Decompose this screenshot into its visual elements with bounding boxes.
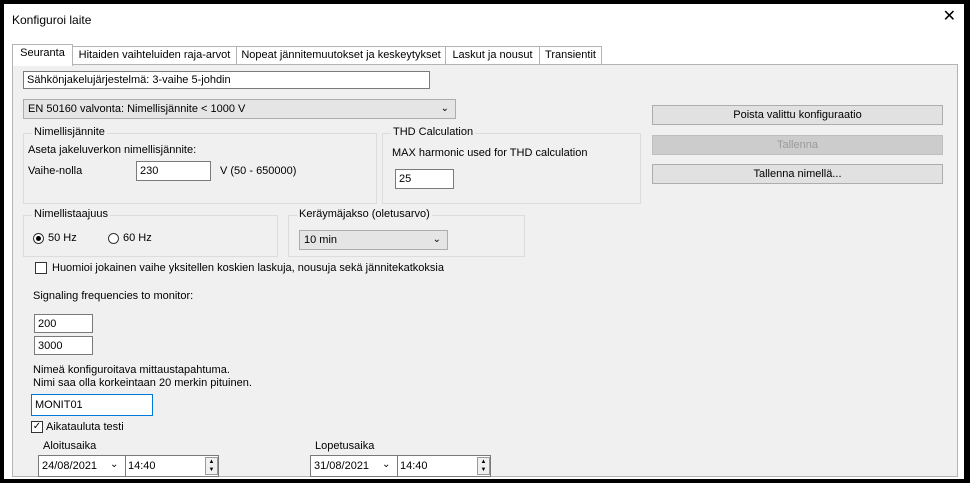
phase-neutral-label: Vaihe-nolla <box>28 165 83 177</box>
frequency-50hz-radio[interactable] <box>33 233 44 244</box>
save-button[interactable]: Tallenna <box>652 135 943 155</box>
distribution-system-field[interactable]: Sähkönjakelujärjestelmä: 3-vaihe 5-johdi… <box>23 71 430 89</box>
collection-interval-group: Keräymäjakso (oletusarvo) 10 min ⌄ <box>288 208 525 257</box>
start-time-spinner-icon[interactable]: ▲ ▼ <box>205 457 218 475</box>
monitoring-standard-select[interactable]: EN 50160 valvonta: Nimellisjännite < 100… <box>23 99 456 119</box>
voltage-range-label: V (50 - 650000) <box>220 165 297 177</box>
each-phase-label: Huomioi jokainen vaihe yksitellen koskie… <box>52 262 444 274</box>
window-title: Konfiguroi laite <box>12 13 92 27</box>
event-name-instruction: Nimeä konfiguroitava mittaustapahtuma. <box>33 364 230 376</box>
delete-configuration-button[interactable]: Poista valittu konfiguraatio <box>652 105 943 125</box>
monitoring-standard-value: EN 50160 valvonta: Nimellisjännite < 100… <box>28 103 246 115</box>
frequency-60hz-label: 60 Hz <box>123 232 152 244</box>
start-calendar-chevron-icon[interactable]: ⌄ <box>110 459 118 470</box>
end-time-spinner-icon[interactable]: ▲ ▼ <box>477 457 490 475</box>
event-name-length-note: Nimi saa olla korkeintaan 20 merkin pitu… <box>33 377 252 389</box>
frequency-60hz-radio[interactable] <box>108 233 119 244</box>
start-date-value[interactable]: 24/08/2021 <box>42 460 97 472</box>
interval-group-label: Keräymäjakso (oletusarvo) <box>297 208 432 220</box>
end-divider <box>397 456 398 476</box>
nominal-voltage-description: Aseta jakeluverkon nimellisjännite: <box>28 144 197 156</box>
tab-dips-swells[interactable]: Laskut ja nousut <box>445 46 540 64</box>
event-name-input[interactable]: MONIT01 <box>31 394 153 416</box>
nominal-voltage-group: Nimellisjännite Aseta jakeluverkon nimel… <box>23 126 377 204</box>
schedule-test-label: Aikatauluta testi <box>46 421 124 433</box>
chevron-down-icon: ⌄ <box>432 234 441 245</box>
signaling-frequency-input-1[interactable]: 200 <box>34 314 93 333</box>
interval-value: 10 min <box>304 234 338 246</box>
end-date-value[interactable]: 31/08/2021 <box>314 460 369 472</box>
nominal-frequency-group: Nimellistaajuus 50 Hz 60 Hz <box>23 208 278 257</box>
signaling-frequency-input-2[interactable]: 3000 <box>34 336 93 355</box>
thd-description: MAX harmonic used for THD calculation <box>392 147 588 159</box>
monitoring-panel: Sähkönjakelujärjestelmä: 3-vaihe 5-johdi… <box>12 64 958 477</box>
nominal-voltage-group-label: Nimellisjännite <box>32 126 107 138</box>
thd-calculation-group: THD Calculation MAX harmonic used for TH… <box>382 126 641 204</box>
end-calendar-chevron-icon[interactable]: ⌄ <box>382 459 390 470</box>
chevron-down-icon: ⌄ <box>440 103 449 114</box>
title-bar: Konfiguroi laite ✕ <box>4 4 964 34</box>
end-datetime-picker[interactable]: 31/08/2021 ⌄ 14:40 ▲ ▼ <box>310 455 491 477</box>
tab-seuranta[interactable]: Seuranta <box>12 44 73 66</box>
end-time-value[interactable]: 14:40 <box>400 460 428 472</box>
start-datetime-picker[interactable]: 24/08/2021 ⌄ 14:40 ▲ ▼ <box>38 455 219 477</box>
close-icon[interactable]: ✕ <box>943 9 956 25</box>
configure-device-dialog: Konfiguroi laite ✕ Seuranta Hitaiden vai… <box>4 4 964 479</box>
end-time-label: Lopetusaika <box>315 440 375 452</box>
start-time-label: Aloitusaika <box>43 440 97 452</box>
thd-max-harmonic-input[interactable]: 25 <box>395 169 454 189</box>
schedule-test-checkbox[interactable]: ✓ <box>31 421 43 433</box>
tab-transients[interactable]: Transientit <box>539 46 602 64</box>
start-divider <box>125 456 126 476</box>
save-as-button[interactable]: Tallenna nimellä... <box>652 164 943 184</box>
frequency-group-label: Nimellistaajuus <box>32 208 110 220</box>
tab-slow-variation-limits[interactable]: Hitaiden vaihteluiden raja-arvot <box>72 46 237 64</box>
start-time-value[interactable]: 14:40 <box>128 460 156 472</box>
nominal-voltage-input[interactable]: 230 <box>136 161 211 181</box>
frequency-50hz-label: 50 Hz <box>48 232 77 244</box>
tab-rapid-voltage-changes[interactable]: Nopeat jännitemuutokset ja keskeytykset <box>236 46 446 64</box>
signaling-frequencies-label: Signaling frequencies to monitor: <box>33 290 194 302</box>
thd-group-label: THD Calculation <box>391 126 476 138</box>
interval-select[interactable]: 10 min ⌄ <box>299 230 448 250</box>
each-phase-checkbox[interactable] <box>35 262 47 274</box>
